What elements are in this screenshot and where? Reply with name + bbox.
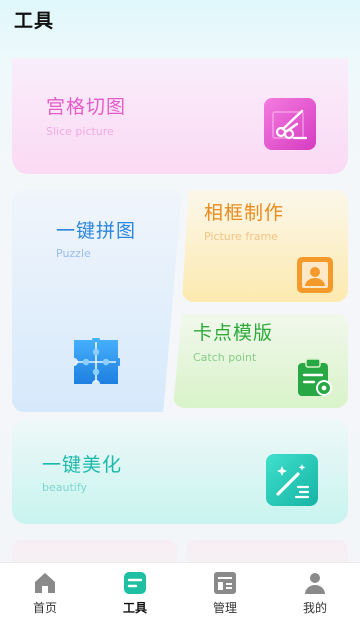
puzzle-subtitle: Puzzle	[56, 247, 91, 260]
puzzle-card[interactable]: 一键拼图 Puzzle	[12, 190, 182, 412]
bottom-nav: 首页 工具 管理 我的	[0, 562, 360, 623]
nav-label-manage: 管理	[212, 601, 237, 615]
slice-picture-card[interactable]: 宫格切图 Slice picture	[12, 58, 348, 174]
beautify-card[interactable]: 一键美化 beautify	[12, 420, 348, 524]
puzzle-title: 一键拼图	[56, 220, 137, 242]
profile-icon	[305, 573, 325, 594]
puzzle-icon	[72, 336, 122, 390]
picture-frame-card[interactable]: 相框制作 Picture frame	[182, 190, 348, 302]
magic-wand-icon	[266, 454, 318, 510]
nav-label-profile: 我的	[302, 601, 327, 615]
nav-label-tools: 工具	[122, 601, 147, 615]
nav-item-manage[interactable]: 管理	[180, 563, 270, 623]
nav-item-profile[interactable]: 我的	[270, 563, 360, 623]
portrait-frame-icon	[296, 256, 334, 298]
slice-picture-title: 宫格切图	[46, 96, 127, 118]
beautify-title: 一键美化	[42, 454, 123, 476]
catch-point-card[interactable]: 卡点模版 Catch point	[173, 314, 348, 408]
manage-icon	[214, 572, 236, 594]
slice-picture-subtitle: Slice picture	[46, 125, 114, 138]
tools-icon	[124, 572, 146, 594]
picture-frame-subtitle: Picture frame	[204, 230, 278, 243]
picture-frame-title: 相框制作	[204, 202, 285, 224]
catch-point-subtitle: Catch point	[193, 351, 257, 364]
scissors-icon	[264, 98, 316, 154]
clipboard-icon	[296, 358, 334, 402]
beautify-subtitle: beautify	[42, 481, 88, 494]
page-title: 工具	[14, 10, 55, 32]
home-icon	[35, 573, 55, 593]
nav-label-home: 首页	[32, 601, 57, 615]
nav-item-tools[interactable]: 工具	[90, 563, 180, 623]
nav-item-home[interactable]: 首页	[0, 563, 90, 623]
catch-point-title: 卡点模版	[193, 322, 274, 344]
